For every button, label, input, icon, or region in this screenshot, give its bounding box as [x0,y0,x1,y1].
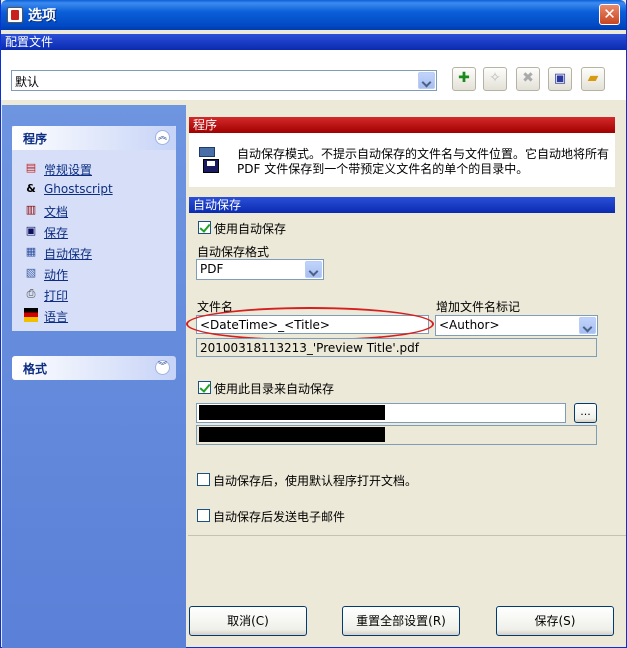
title-bar: 选项 ✕ [1,0,626,30]
profile-select[interactable]: 默认 [11,70,437,91]
nav-item-label: Ghostscript [44,182,113,196]
program-info-box: 自动保存模式。不提示自动保存的文件名与文件位置。它自动地将所有 PDF 文件保存… [189,133,615,187]
nav-item-general[interactable]: ▤ 常规设置 [12,158,176,179]
use-autosave-label: 使用自动保存 [214,222,287,236]
nav-item-save[interactable]: ▣ 保存 [12,221,176,242]
autosave-mode-icon [197,145,219,173]
open-folder-button[interactable]: ▰ [581,67,605,91]
save-button[interactable]: 保存(S) [496,606,614,636]
format-panel-header[interactable]: 格式 ︾ [12,356,176,380]
use-directory-label: 使用此目录来自动保存 [214,382,335,396]
program-panel-header[interactable]: 程序 ︽ [12,126,176,150]
close-button[interactable]: ✕ [599,4,620,25]
use-directory-checkbox[interactable] [198,381,211,394]
cancel-button[interactable]: 取消(C) [189,606,307,636]
options-window: 选项 ✕ 配置文件 默认 ✚ ✧ ✖ ▣ ▰ 程序 ︽ ▤ 常规设置 & Gho… [0,0,627,648]
format-select-value: PDF [200,262,224,276]
program-section-header: 程序 [189,117,615,133]
nav-item-ghostscript[interactable]: & Ghostscript [12,179,176,200]
description-line-2: PDF 文件保存到一个带预定义文件名的单个的目录中。 [237,162,529,176]
add-token-label: 增加文件名标记 [436,300,521,314]
nav-item-label: 语言 [44,310,69,324]
open-after-save-checkbox[interactable] [197,473,210,486]
nav-item-label: 自动保存 [44,247,93,261]
token-select[interactable]: <Author> [435,315,598,336]
open-after-save-label: 自动保存后，使用默认程序打开文档。 [213,474,418,488]
nav-item-actions[interactable]: ▧ 动作 [12,263,176,284]
nav-item-label: 保存 [44,226,69,240]
collapse-up-icon[interactable]: ︽ [155,130,170,145]
window-title: 选项 [28,8,56,24]
autosave-section-header: 自动保存 [189,197,615,213]
use-autosave-checkbox[interactable] [198,221,211,234]
nav-item-print[interactable]: ⎙ 打印 [12,284,176,305]
app-icon [7,7,23,23]
chevron-down-icon[interactable] [305,261,322,278]
highlight-annotation [186,307,434,341]
nav-item-label: 常规设置 [44,163,93,177]
profile-row: 默认 ✚ ✧ ✖ ▣ ▰ [1,50,626,100]
autosave-icon: ▦ [25,245,37,258]
nav-item-language[interactable]: 语言 [12,305,176,326]
save-profile-button[interactable]: ▣ [548,67,572,91]
chevron-down-icon[interactable] [579,317,596,334]
nav-item-label: 打印 [44,289,69,303]
printer-icon: ⎙ [26,287,36,300]
redacted-path [199,427,385,442]
send-email-label: 自动保存后发送电子邮件 [213,510,346,524]
document-icon: ▥ [25,203,37,216]
token-select-value: <Author> [439,318,500,332]
send-email-checkbox[interactable] [197,509,210,522]
chevron-down-icon[interactable] [418,72,435,89]
program-panel-title: 程序 [23,132,48,146]
expand-down-icon[interactable]: ︾ [155,360,170,375]
directory-preview [196,425,597,445]
floppy-icon: ▣ [25,224,37,237]
browse-button[interactable]: ... [574,403,597,423]
divider [188,535,626,536]
flag-icon [24,308,38,322]
delete-profile-button[interactable]: ✖ [516,67,540,91]
program-panel: 程序 ︽ ▤ 常规设置 & Ghostscript ▥ 文档 ▣ 保存 ▦ 自动… [12,126,176,331]
format-select[interactable]: PDF [196,259,324,280]
filename-preview: 20100318113213_'Preview Title'.pdf [196,338,597,357]
format-label: 自动保存格式 [197,245,270,259]
nav-item-label: 文档 [44,205,69,219]
profile-select-value: 默认 [15,75,40,89]
format-panel-title: 格式 [23,362,48,376]
profile-section-header: 配置文件 [1,34,626,50]
reset-all-button[interactable]: 重置全部设置(R) [342,606,460,636]
settings-icon: ▤ [25,161,37,174]
add-profile-button[interactable]: ✚ [452,67,476,91]
format-panel: 格式 ︾ [12,356,176,380]
redacted-path [199,405,385,420]
nav-item-autosave[interactable]: ▦ 自动保存 [12,242,176,263]
action-icon: ▧ [25,266,37,279]
rename-profile-button[interactable]: ✧ [483,67,507,91]
directory-input[interactable] [196,403,566,423]
ghostscript-icon: & [26,182,36,195]
nav-item-document[interactable]: ▥ 文档 [12,200,176,221]
nav-item-label: 动作 [44,268,69,282]
